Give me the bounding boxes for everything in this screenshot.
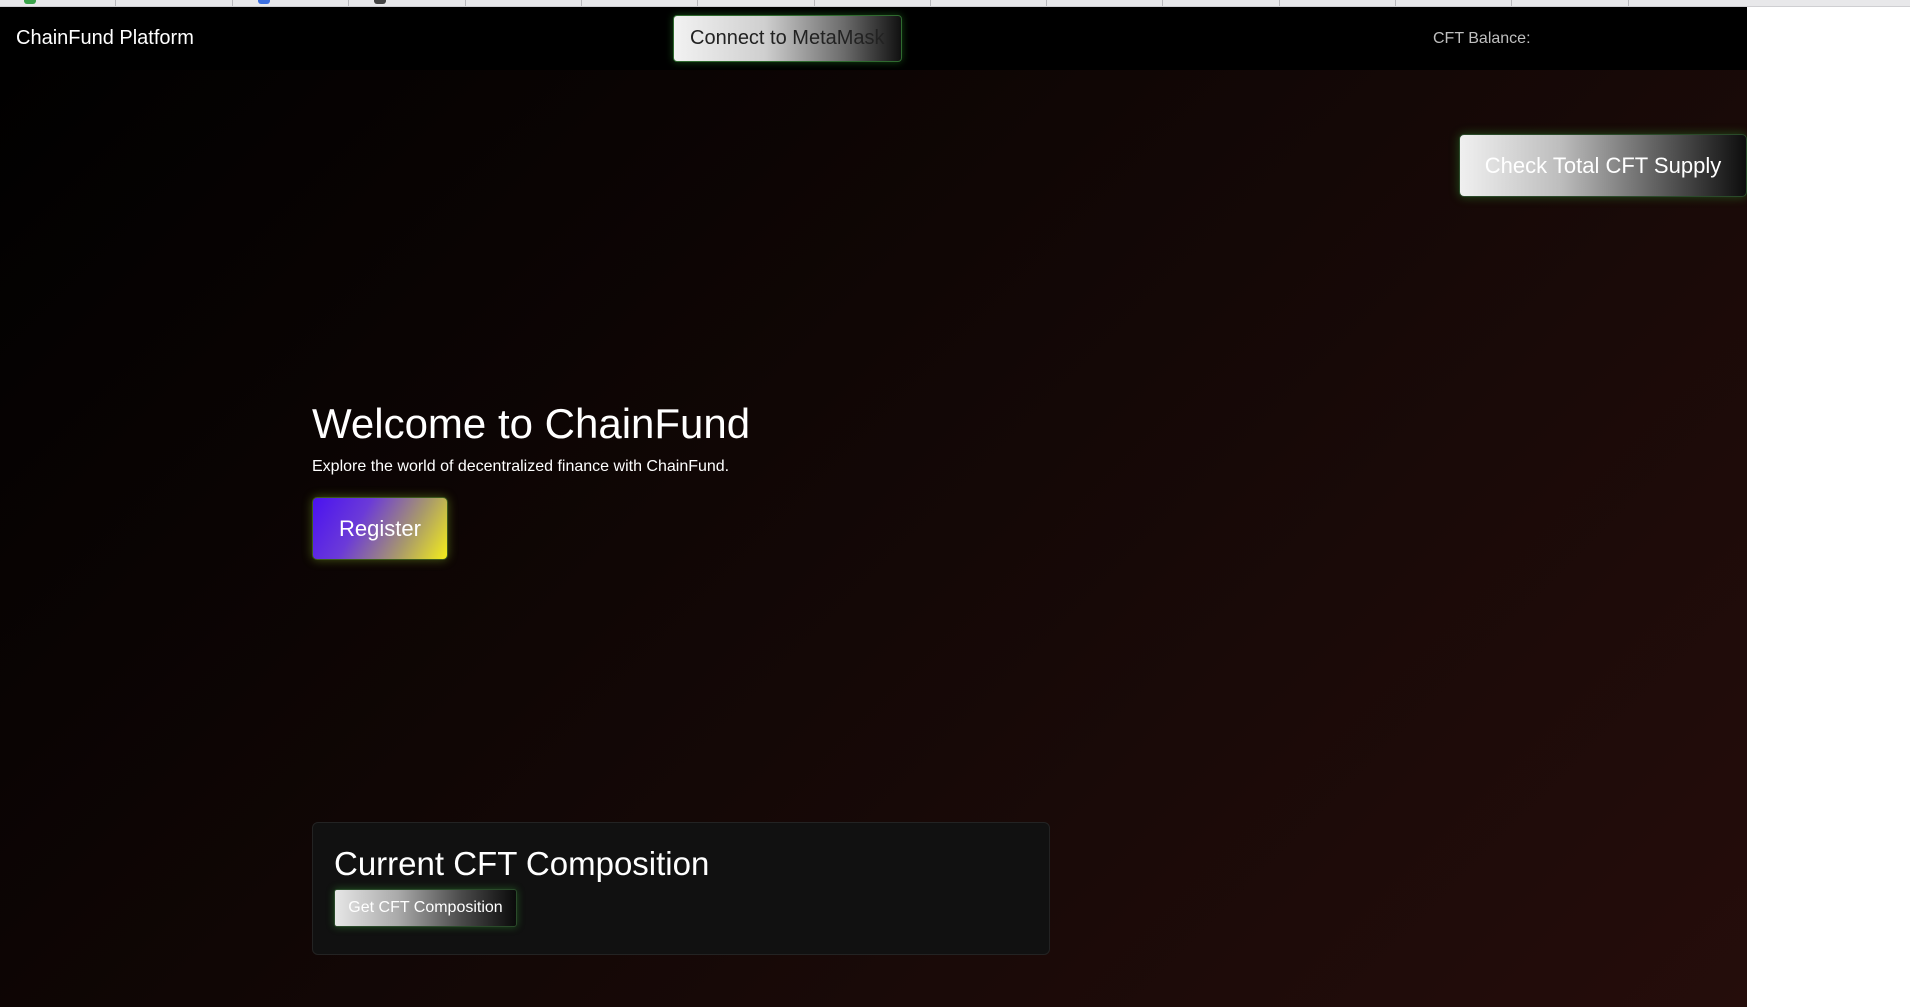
tab-favicon	[374, 0, 386, 4]
tab-divider	[1628, 0, 1629, 6]
connect-metamask-button[interactable]: Connect to MetaMask	[673, 15, 902, 62]
page-viewport: ChainFund Platform Connect to MetaMask C…	[0, 7, 1747, 1007]
register-button[interactable]: Register	[312, 497, 448, 560]
tab-divider	[1395, 0, 1396, 6]
tab-divider	[581, 0, 582, 6]
browser-tab-strip[interactable]	[0, 0, 1910, 7]
composition-heading: Current CFT Composition	[334, 845, 710, 882]
tab-divider	[1046, 0, 1047, 6]
tab-divider	[232, 0, 233, 6]
tab-divider	[814, 0, 815, 6]
tab-divider	[465, 0, 466, 6]
tab-favicon	[24, 0, 36, 4]
tab-divider	[348, 0, 349, 6]
tab-divider	[115, 0, 116, 6]
tab-divider	[1279, 0, 1280, 6]
tab-divider	[697, 0, 698, 6]
welcome-heading: Welcome to ChainFund	[312, 400, 751, 447]
tab-favicon	[258, 0, 270, 4]
tab-divider	[1511, 0, 1512, 6]
cft-composition-card: Current CFT Composition Get CFT Composit…	[312, 822, 1050, 955]
tab-divider	[1162, 0, 1163, 6]
get-composition-button[interactable]: Get CFT Composition	[334, 889, 517, 927]
top-navbar: ChainFund Platform Connect to MetaMask C…	[0, 7, 1747, 70]
cft-balance-label: CFT Balance:	[1433, 30, 1531, 47]
tab-divider	[930, 0, 931, 6]
brand-title: ChainFund Platform	[16, 27, 194, 49]
welcome-subtitle: Explore the world of decentralized finan…	[312, 458, 730, 475]
check-total-supply-button[interactable]: Check Total CFT Supply	[1459, 134, 1747, 197]
